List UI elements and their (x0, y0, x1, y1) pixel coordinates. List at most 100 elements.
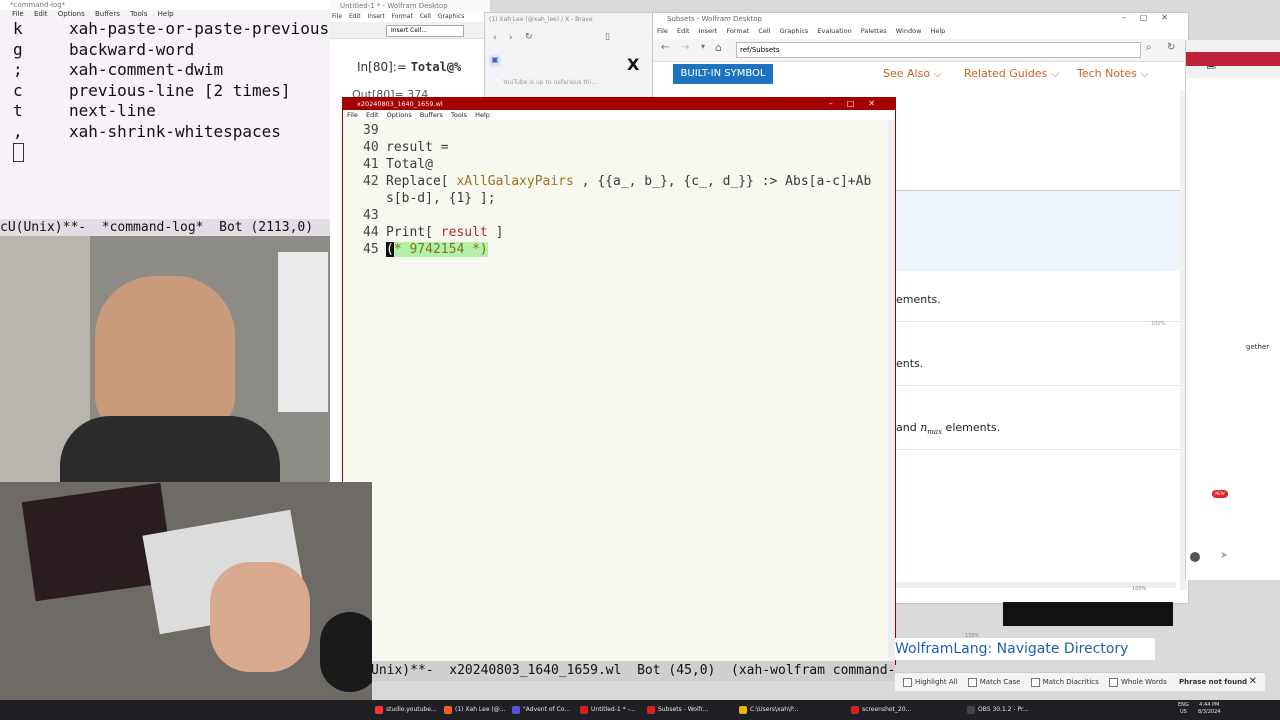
menu-options[interactable]: Options (387, 111, 412, 119)
code-editor[interactable]: 39 40 41 42 43 44 45 result = Total@ Rep… (343, 120, 888, 664)
window-controls[interactable]: –□✕ (829, 98, 889, 110)
emacs-editor-window[interactable]: x20240803_1640_1659.wl –□✕ File Edit Opt… (342, 97, 896, 665)
menu-window[interactable]: Window (896, 27, 922, 35)
send-icon[interactable]: ➤ (1220, 550, 1228, 561)
emacs-modeline: Unix)**- x20240803_1640_1659.wl Bot (45,… (371, 661, 895, 681)
list-item: g backward-word (13, 39, 195, 59)
command-log-window[interactable]: *command-log* File Edit Options Buffers … (0, 0, 330, 236)
input-label: In[80]:= (357, 60, 407, 74)
menu-insert[interactable]: Insert (699, 27, 718, 35)
line-number: 39 (363, 123, 379, 138)
menu-format[interactable]: Format (392, 13, 413, 20)
menu-edit[interactable]: Edit (677, 27, 690, 35)
brave-tab-title[interactable]: (1) Xah Lee (@xah_lee) / X - Brave (489, 16, 593, 23)
app-icon (444, 706, 452, 714)
menu-cell[interactable]: Cell (420, 13, 431, 20)
menu-tools[interactable]: Tools (451, 111, 467, 119)
menu-options[interactable]: Options (58, 10, 85, 18)
text-cursor: ( (386, 242, 394, 257)
input-cell[interactable]: In[80]:= Total@% (357, 60, 461, 74)
right-browser-window[interactable]: ▣ ? gether NEW ➤ (1185, 40, 1280, 580)
menu-help[interactable]: Help (930, 27, 945, 35)
emacs-title: x20240803_1640_1659.wl (357, 100, 443, 108)
list-item: t next-line (13, 101, 156, 120)
match-case-checkbox[interactable] (967, 677, 977, 687)
menu-palettes[interactable]: Palettes (861, 27, 887, 35)
app-icon (375, 706, 383, 714)
sidebar-icon[interactable]: ▣ (489, 55, 501, 67)
subsets-titlebar: Subsets - Wolfram Desktop (667, 15, 762, 23)
app-icon (580, 706, 588, 714)
chevron-down-icon[interactable]: ▾ (701, 42, 705, 51)
insert-cell-select[interactable]: Insert Cell... (386, 25, 464, 37)
forward-icon[interactable]: › (509, 33, 513, 43)
menu-cell[interactable]: Cell (758, 27, 770, 35)
menu-tools[interactable]: Tools (130, 10, 147, 18)
zoom-label: 100% (1151, 321, 1166, 327)
taskbar-item[interactable]: studio.youtube... (372, 700, 437, 720)
navigate-directory-link[interactable]: WolframLang: Navigate Directory (895, 638, 1155, 660)
whole-words-checkbox[interactable] (1109, 677, 1119, 687)
reload-icon[interactable]: ↻ (1167, 42, 1175, 53)
menu-graphics[interactable]: Graphics (780, 27, 809, 35)
menu-file[interactable]: File (12, 10, 24, 18)
menu-edit[interactable]: Edit (366, 111, 379, 119)
app-icon (647, 706, 655, 714)
address-input[interactable]: ref/Subsets (736, 42, 1141, 58)
back-icon[interactable]: ‹ (493, 33, 497, 43)
emacs-titlebar: x20240803_1640_1659.wl –□✕ (343, 98, 895, 110)
usage-line-3: and nmax elements. (896, 421, 1001, 437)
menu-help[interactable]: Help (158, 10, 174, 18)
bookmark-icon[interactable]: ▯ (605, 32, 610, 42)
tech-notes-menu[interactable]: Tech Notes ⌵ (1077, 67, 1149, 81)
x-logo[interactable]: X (627, 55, 639, 74)
taskbar-item[interactable]: (1) Xah Lee (@... (441, 700, 506, 720)
menu-buffers[interactable]: Buffers (95, 10, 120, 18)
search-icon[interactable]: ⌕ (1146, 42, 1152, 53)
back-icon[interactable]: ← (661, 42, 669, 53)
taskbar-item[interactable]: "Advent of Co... (509, 700, 570, 720)
menu-edit[interactable]: Edit (34, 10, 48, 18)
menu-format[interactable]: Format (726, 27, 749, 35)
match-diacritics-checkbox[interactable] (1030, 677, 1040, 687)
line-number: 42 (363, 174, 379, 189)
line-number: 43 (363, 208, 379, 223)
window-controls[interactable]: –□✕ (1122, 13, 1182, 22)
menu-edit[interactable]: Edit (349, 13, 361, 20)
close-icon[interactable]: ✕ (1249, 673, 1257, 691)
code-line-40: result = (386, 140, 449, 155)
clock[interactable]: 4:44 PM 8/3/2024 (1198, 702, 1220, 716)
menu-help[interactable]: Help (475, 111, 490, 119)
taskbar-item[interactable]: C:\Users\xah\P... (736, 700, 799, 720)
highlight-all-checkbox[interactable] (903, 677, 912, 687)
menu-file[interactable]: File (347, 111, 358, 119)
taskbar-item[interactable]: Untitled-1 * -... (577, 700, 635, 720)
menu-file[interactable]: File (332, 13, 342, 20)
see-also-menu[interactable]: See Also ⌵ (883, 67, 942, 81)
language-indicator[interactable]: ENG US (1178, 702, 1189, 716)
menu-buffers[interactable]: Buffers (420, 111, 443, 119)
subsets-menubar: File Edit Insert Format Cell Graphics Ev… (653, 26, 1188, 37)
monitor (278, 252, 328, 412)
brave-window[interactable]: (1) Xah Lee (@xah_lee) / X - Brave ‹ › ↻… (484, 12, 656, 104)
command-log-modeline: cU(Unix)**- *command-log* Bot (2113,0) ( (0, 219, 330, 236)
vertical-scrollbar[interactable] (888, 120, 895, 664)
zoom-label-bottom: 100% (1132, 586, 1147, 592)
mouse (320, 612, 372, 692)
taskbar-item[interactable]: screenshot_20... (848, 700, 911, 720)
menu-graphics[interactable]: Graphics (438, 13, 465, 20)
taskbar-item[interactable]: OBS 30.1.2 - Pr... (964, 700, 1029, 720)
reload-icon[interactable]: ↻ (525, 32, 533, 42)
line-number: 45 (363, 242, 379, 257)
doc-top-area (896, 93, 1181, 193)
forward-icon[interactable]: → (681, 42, 689, 53)
menu-insert[interactable]: Insert (368, 13, 385, 20)
notification-text[interactable]: YouTube is up to nefarious thi... (503, 79, 597, 86)
home-icon[interactable]: ⌂ (715, 41, 722, 54)
menu-file[interactable]: File (657, 27, 668, 35)
taskbar-item[interactable]: Subsets - Wolfr... (644, 700, 708, 720)
related-guides-menu[interactable]: Related Guides ⌵ (964, 67, 1059, 81)
menu-evaluation[interactable]: Evaluation (817, 27, 851, 35)
find-status: Phrase not found (1179, 678, 1248, 686)
emoji-icon[interactable] (1190, 552, 1200, 562)
